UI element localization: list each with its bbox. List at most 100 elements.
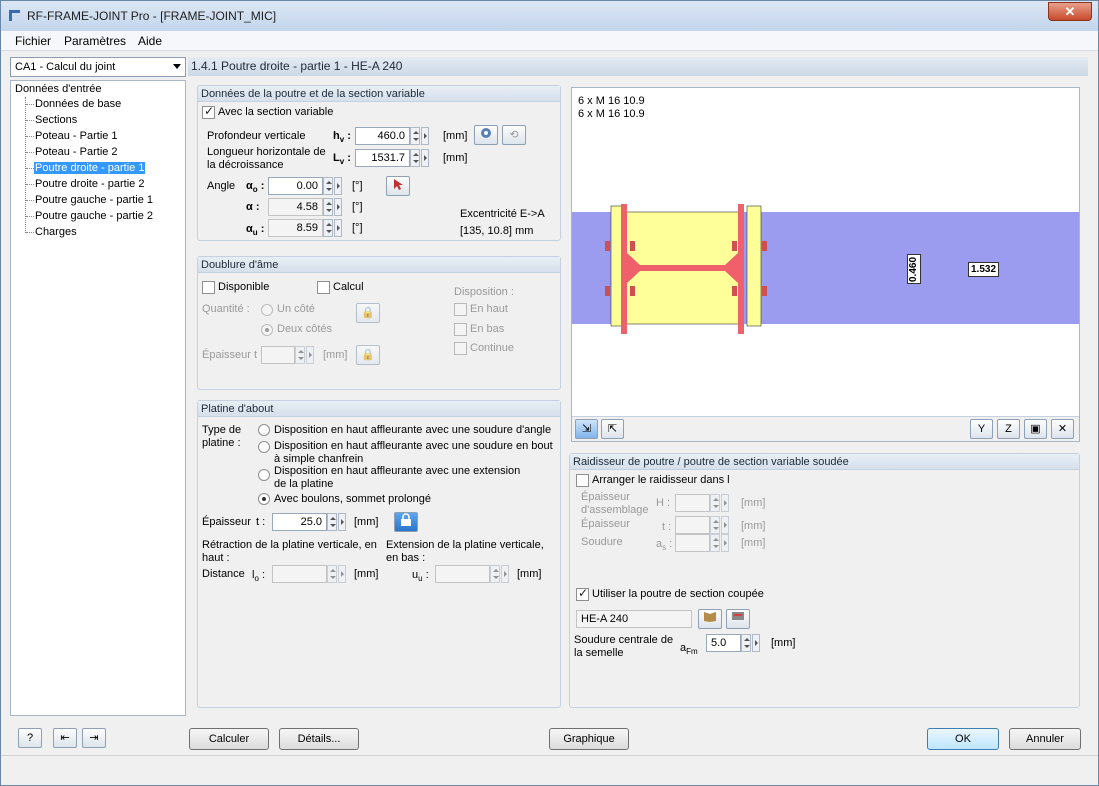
- window-title: RF-FRAME-JOINT Pro - [FRAME-JOINT_MIC]: [27, 9, 277, 23]
- assembly-thickness-input[interactable]: [675, 494, 710, 512]
- stiffener: [627, 265, 738, 271]
- top-checkbox[interactable]: [454, 303, 467, 316]
- close-button[interactable]: ✕: [1048, 2, 1092, 21]
- select-icon[interactable]: [386, 176, 410, 196]
- tree-item-column-1[interactable]: Poteau - Partie 1: [35, 130, 118, 142]
- alpha-o-arrow[interactable]: [334, 177, 342, 195]
- tree-root[interactable]: Données d'entrée: [15, 83, 102, 95]
- alpha-o-spinner[interactable]: [323, 177, 333, 195]
- assembly-thickness-arrow[interactable]: [721, 494, 729, 512]
- plate-option-4-radio[interactable]: [258, 493, 270, 505]
- menu-settings[interactable]: Paramètres: [64, 34, 126, 48]
- reset-view-icon[interactable]: ✕: [1051, 419, 1074, 439]
- pick-graphic-icon[interactable]: [474, 125, 498, 145]
- central-weld-arrow[interactable]: [752, 634, 760, 652]
- length-arrow[interactable]: [421, 149, 429, 167]
- undo-icon[interactable]: ⟲: [502, 125, 526, 145]
- thickness-spinner[interactable]: [295, 346, 305, 364]
- plate-thickness-arrow[interactable]: [338, 513, 346, 531]
- weld-spinner[interactable]: [710, 534, 720, 552]
- alpha-arrow[interactable]: [334, 198, 342, 216]
- alpha-o-input[interactable]: 0.00: [268, 177, 323, 195]
- tree-item-left-beam-2[interactable]: Poutre gauche - partie 2: [35, 210, 153, 222]
- view-x-icon[interactable]: ⇲: [575, 419, 598, 439]
- available-checkbox[interactable]: [202, 281, 215, 294]
- two-sides-radio[interactable]: [261, 324, 273, 336]
- alpha-input[interactable]: 4.58: [268, 198, 323, 216]
- calc-checkbox[interactable]: [317, 281, 330, 294]
- details-button[interactable]: Détails...: [279, 728, 359, 750]
- ok-button[interactable]: OK: [927, 728, 999, 750]
- bottom-checkbox[interactable]: [454, 323, 467, 336]
- retraction-input[interactable]: [272, 565, 327, 583]
- plate-thickness-input[interactable]: 25.0: [272, 513, 327, 531]
- view-y-icon[interactable]: Y: [970, 419, 993, 439]
- as-symbol: as :: [656, 538, 673, 553]
- next-icon[interactable]: ⇥: [82, 728, 106, 748]
- view-z-icon[interactable]: Z: [997, 419, 1020, 439]
- stiffener-thickness-input[interactable]: [675, 516, 710, 534]
- menu-help[interactable]: Aide: [138, 34, 162, 48]
- help-icon[interactable]: ?: [18, 728, 42, 748]
- tree-item-base-data[interactable]: Données de base: [35, 98, 121, 110]
- thickness-input[interactable]: [261, 346, 295, 364]
- library-icon[interactable]: [698, 609, 722, 629]
- stiffener-thickness-spinner[interactable]: [710, 516, 720, 534]
- central-weld-spinner[interactable]: [741, 634, 751, 652]
- tree-item-right-beam-1[interactable]: Poutre droite - partie 1: [34, 162, 146, 174]
- section-field[interactable]: HE-A 240: [576, 610, 692, 628]
- group-title: Doublure d'âme: [198, 257, 560, 273]
- depth-spinner[interactable]: [410, 127, 420, 145]
- retraction-arrow[interactable]: [338, 565, 346, 583]
- view-3d-icon[interactable]: ▣: [1024, 419, 1047, 439]
- eccentricity-value: [135, 10.8] mm: [460, 225, 534, 237]
- tree-item-column-2[interactable]: Poteau - Partie 2: [35, 146, 118, 158]
- extension-arrow[interactable]: [501, 565, 509, 583]
- plate-right: [738, 204, 744, 334]
- stiffener-thickness-arrow[interactable]: [721, 516, 729, 534]
- length-spinner[interactable]: [410, 149, 420, 167]
- cut-beam-checkbox[interactable]: [576, 586, 589, 601]
- alpha-spinner[interactable]: [323, 198, 333, 216]
- view-a-icon[interactable]: ⇱: [601, 419, 624, 439]
- lock-icon[interactable]: [394, 512, 418, 532]
- tree-item-sections[interactable]: Sections: [35, 114, 77, 126]
- arrange-stiffener-checkbox[interactable]: [576, 474, 589, 487]
- tree-item-right-beam-2[interactable]: Poutre droite - partie 2: [35, 178, 144, 190]
- plate-option-3-radio[interactable]: [258, 469, 270, 481]
- graphic-button[interactable]: Graphique: [549, 728, 629, 750]
- menu-file[interactable]: Fichier: [15, 34, 51, 48]
- thickness-arrow[interactable]: [306, 346, 314, 364]
- cancel-button[interactable]: Annuler: [1009, 728, 1081, 750]
- tree-item-left-beam-1[interactable]: Poutre gauche - partie 1: [35, 194, 153, 206]
- central-weld-input[interactable]: 5.0: [706, 634, 741, 652]
- tree-item-loads[interactable]: Charges: [35, 226, 77, 238]
- weld-arrow[interactable]: [721, 534, 729, 552]
- previous-icon[interactable]: ⇤: [53, 728, 77, 748]
- length-input[interactable]: 1531.7: [355, 149, 410, 167]
- load-case-select[interactable]: CA1 - Calcul du joint: [10, 57, 186, 77]
- plate-option-1-radio[interactable]: [258, 424, 270, 436]
- lock-icon[interactable]: 🔒: [356, 303, 380, 323]
- joint-graphic[interactable]: 6 x M 16 10.9 6 x M 16 10.9 0.460 1.532 …: [571, 87, 1080, 442]
- depth-input[interactable]: 460.0: [355, 127, 410, 145]
- edit-section-icon[interactable]: [726, 609, 750, 629]
- retraction-spinner[interactable]: [327, 565, 337, 583]
- weld-input[interactable]: [675, 534, 710, 552]
- alpha-u-input[interactable]: 8.59: [268, 219, 323, 237]
- status-bar: [1, 755, 1098, 785]
- variable-section-checkbox[interactable]: [202, 104, 215, 119]
- one-side-radio[interactable]: [261, 304, 273, 316]
- extension-spinner[interactable]: [490, 565, 500, 583]
- plate-thickness-spinner[interactable]: [327, 513, 337, 531]
- continuous-checkbox[interactable]: [454, 342, 467, 355]
- assembly-thickness-spinner[interactable]: [710, 494, 720, 512]
- lock-icon[interactable]: 🔒: [356, 345, 380, 365]
- calculate-button[interactable]: Calculer: [189, 728, 269, 750]
- extension-input[interactable]: [435, 565, 490, 583]
- plate-option-2-radio[interactable]: [258, 441, 270, 453]
- alpha-o-symbol: αo :: [246, 180, 265, 195]
- alpha-u-arrow[interactable]: [334, 219, 342, 237]
- depth-arrow[interactable]: [421, 127, 429, 145]
- alpha-u-spinner[interactable]: [323, 219, 333, 237]
